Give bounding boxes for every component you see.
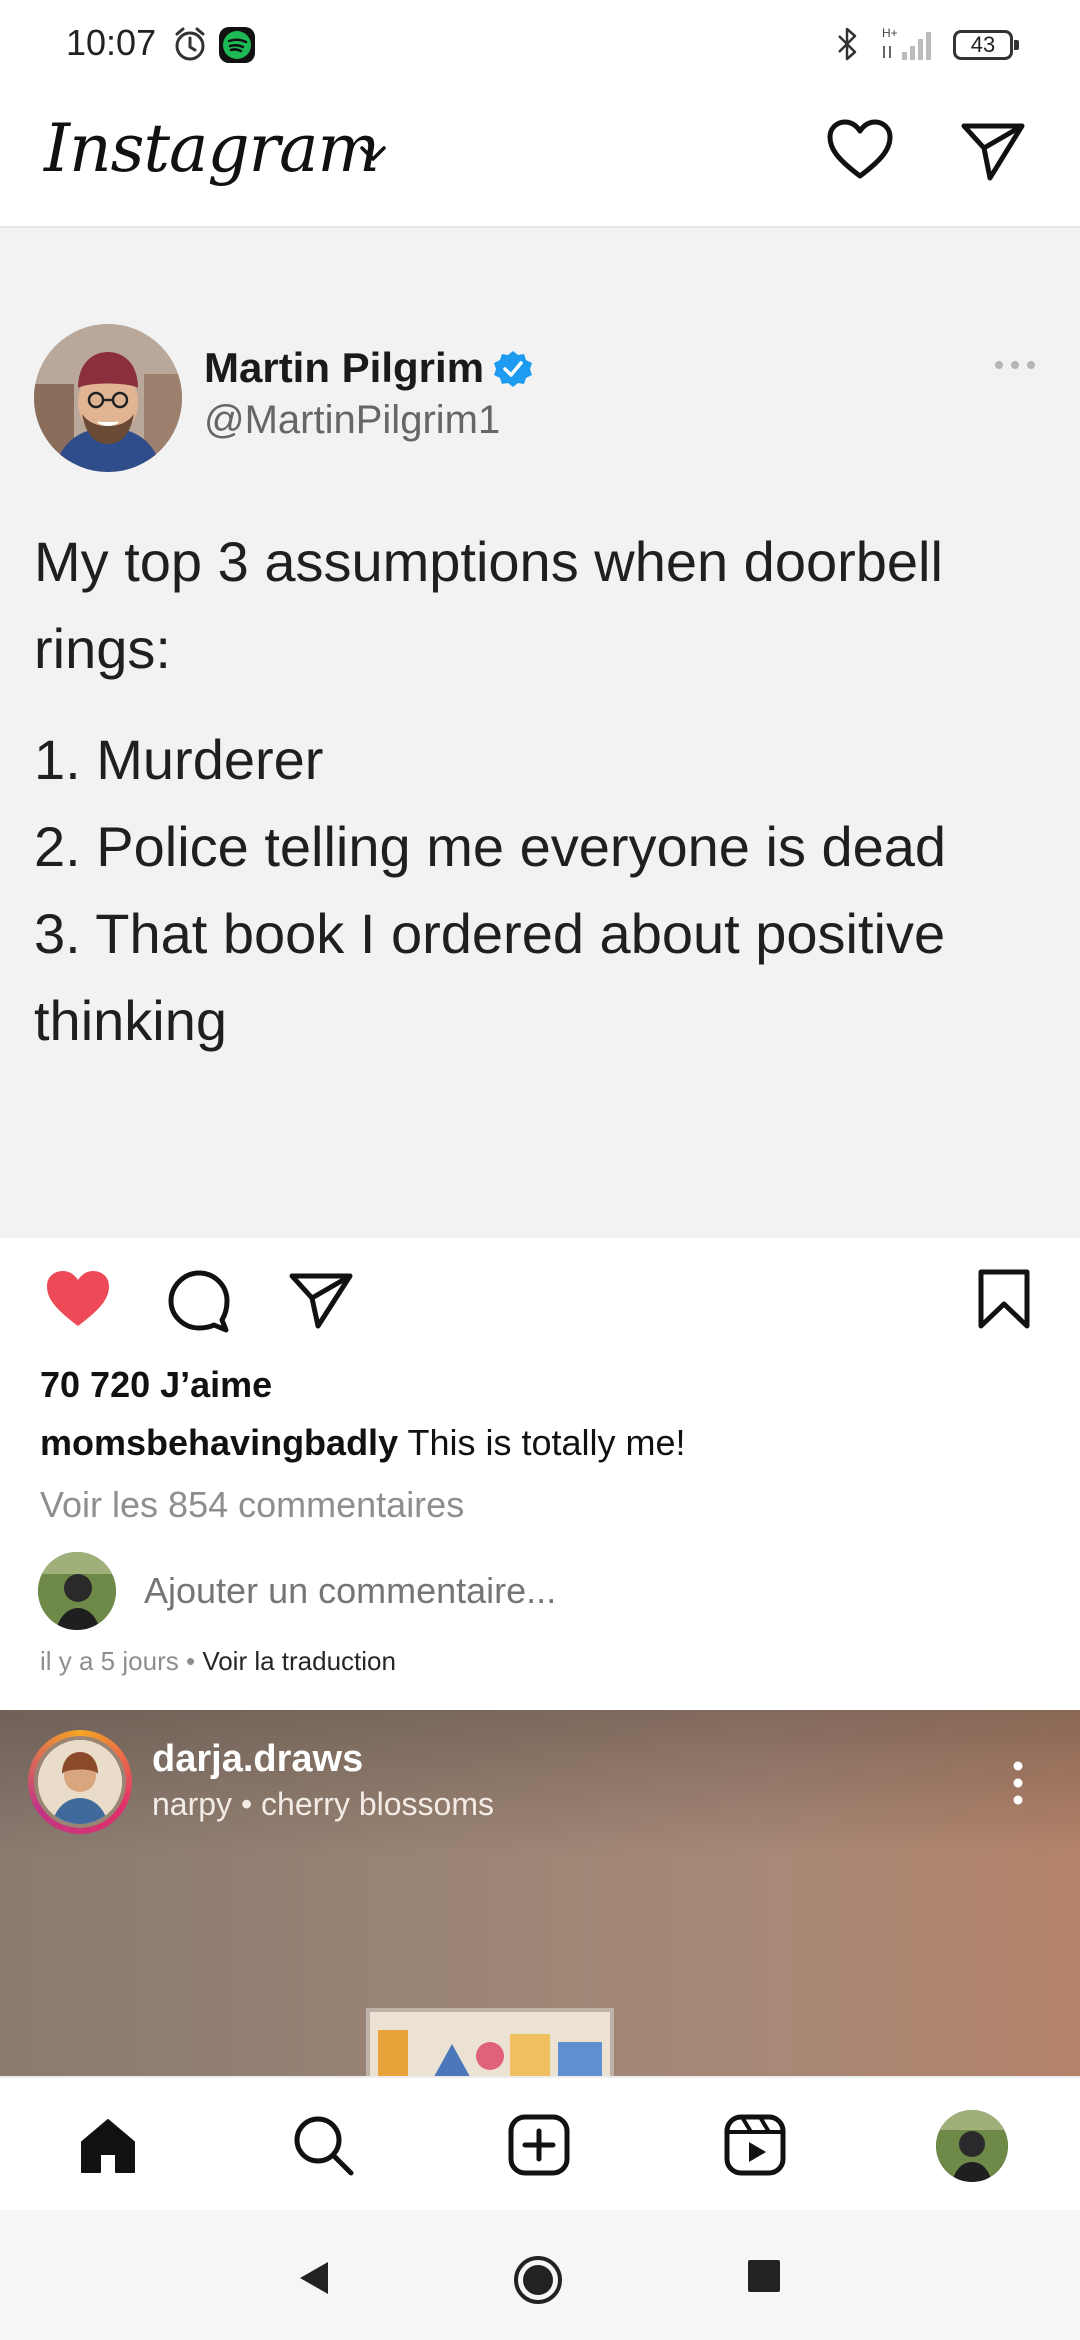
signal-icon: H+ — [880, 24, 940, 69]
home-button-icon[interactable] — [512, 2254, 564, 2311]
tweet-author-name: Martin Pilgrim — [204, 344, 485, 391]
bookmark-icon[interactable] — [976, 1268, 1032, 1335]
status-time: 10:07 — [66, 22, 157, 63]
tweet-intro: My top 3 assumptions when doorbell rings… — [34, 530, 943, 680]
likes-count[interactable]: 70 720 J’aime — [40, 1364, 272, 1406]
spotify-icon — [219, 27, 255, 63]
chevron-down-icon[interactable] — [356, 136, 390, 175]
app-header: Instagram — [0, 92, 1080, 228]
like-heart-icon[interactable] — [44, 1268, 112, 1335]
bottom-nav — [0, 2076, 1080, 2212]
tweet-avatar — [34, 324, 182, 472]
recents-icon[interactable] — [746, 2258, 782, 2299]
more-options-icon[interactable] — [1010, 1760, 1026, 1811]
view-comments-link[interactable]: Voir les 854 commentaires — [40, 1484, 464, 1526]
status-bar: 10:07 H+ 43 — [0, 0, 1080, 92]
meta-separator: • — [185, 1646, 196, 1676]
see-translation-link[interactable]: Voir la traduction — [202, 1646, 396, 1676]
reels-icon[interactable] — [722, 2112, 788, 2183]
tweet-list-item: 1. Murderer — [34, 728, 324, 791]
system-nav-bar — [0, 2210, 1080, 2340]
avatar[interactable] — [34, 1736, 126, 1828]
next-post-username[interactable]: darja.draws — [152, 1738, 363, 1781]
back-icon[interactable] — [296, 2258, 332, 2303]
tweet-list-item: 2. Police telling me everyone is dead — [34, 815, 947, 878]
new-post-icon[interactable] — [506, 2112, 572, 2183]
tweet-author-handle: @MartinPilgrim1 — [204, 398, 501, 442]
add-comment-input[interactable] — [144, 1570, 944, 1612]
tweet-text: My top 3 assumptions when doorbell rings… — [34, 518, 1044, 1064]
avatar — [38, 1552, 116, 1630]
alarm-icon — [170, 24, 210, 69]
search-icon[interactable] — [290, 2112, 356, 2183]
direct-message-icon[interactable] — [960, 120, 1026, 187]
caption-username[interactable]: momsbehavingbadly — [40, 1422, 398, 1463]
share-icon[interactable] — [288, 1270, 354, 1335]
instagram-logo[interactable]: Instagram — [44, 110, 380, 187]
bluetooth-icon — [832, 24, 862, 69]
verified-badge-icon — [492, 348, 534, 395]
caption-text: This is totally me! — [407, 1422, 686, 1463]
battery-indicator: 43 — [953, 30, 1019, 60]
artwork-preview — [366, 2008, 614, 2076]
comment-icon[interactable] — [166, 1268, 232, 1339]
post-caption: momsbehavingbadly This is totally me! — [40, 1422, 686, 1464]
post-timestamp: il y a 5 jours — [40, 1646, 179, 1676]
post-image[interactable]: Martin Pilgrim @MartinPilgrim1 My top 3 … — [0, 228, 1080, 1238]
next-post-subtitle[interactable]: narpy • cherry blossoms — [152, 1786, 494, 1823]
post-meta: il y a 5 jours • Voir la traduction — [40, 1646, 396, 1677]
next-post[interactable]: darja.draws narpy • cherry blossoms — [0, 1710, 1080, 2076]
more-options-icon — [993, 358, 1037, 377]
home-icon[interactable] — [76, 2114, 140, 2183]
profile-avatar[interactable] — [936, 2110, 1008, 2182]
tweet-list-item: 3. That book I ordered about positive th… — [34, 902, 946, 1052]
heart-icon[interactable] — [826, 118, 894, 187]
svg-text:H+: H+ — [882, 26, 898, 40]
